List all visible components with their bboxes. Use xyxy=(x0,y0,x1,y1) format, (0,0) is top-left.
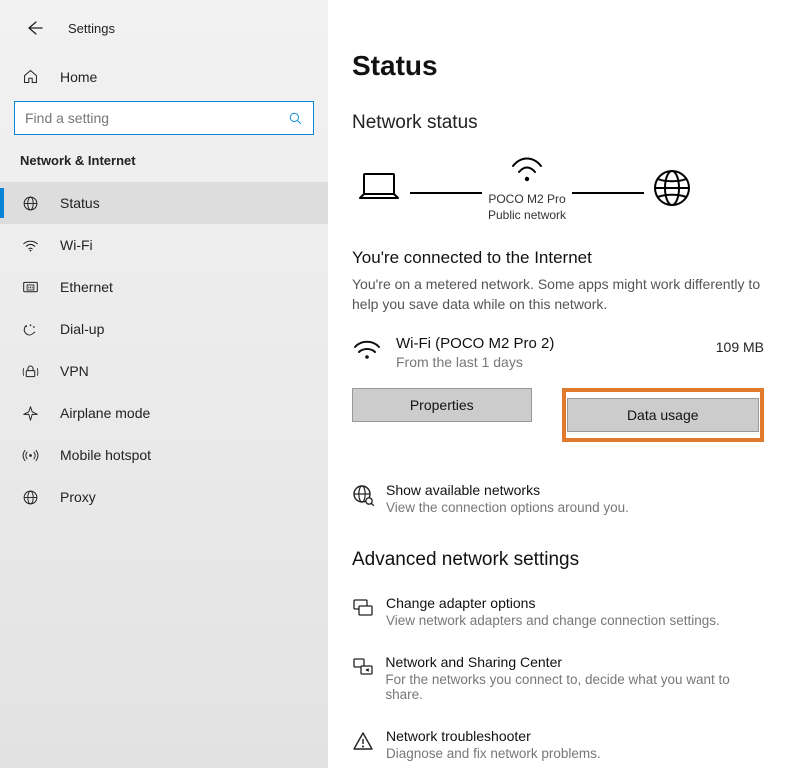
sidebar-item-label: Dial-up xyxy=(60,321,104,337)
adv-item-title: Change adapter options xyxy=(386,595,720,611)
properties-button[interactable]: Properties xyxy=(352,388,532,422)
page-title: Status xyxy=(352,50,764,82)
airplane-icon xyxy=(20,405,40,422)
network-diagram: POCO M2 Pro Public network xyxy=(352,158,764,218)
adv-item-sub: View network adapters and change connect… xyxy=(386,613,720,628)
back-arrow-icon xyxy=(25,19,43,37)
network-status-heading: Network status xyxy=(352,112,764,134)
wifi-signal-icon xyxy=(507,152,547,186)
wifi-connection-sub: From the last 1 days xyxy=(396,354,716,370)
main-content: Status Network status POCO M2 Pro Public… xyxy=(328,0,804,768)
search-icon xyxy=(288,111,303,126)
sidebar-item-airplane[interactable]: Airplane mode xyxy=(0,392,328,434)
change-adapter-options[interactable]: Change adapter options View network adap… xyxy=(352,595,764,628)
diagram-line xyxy=(572,192,644,194)
sidebar-item-label: Airplane mode xyxy=(60,405,150,421)
connected-title: You're connected to the Internet xyxy=(352,248,764,268)
sidebar-item-label: Mobile hotspot xyxy=(60,447,151,463)
adv-item-title: Network troubleshooter xyxy=(386,728,601,744)
sidebar-item-label: Proxy xyxy=(60,489,96,505)
adv-item-sub: For the networks you connect to, decide … xyxy=(385,672,764,702)
connection-row: Wi-Fi (POCO M2 Pro 2) From the last 1 da… xyxy=(352,335,764,370)
sidebar-item-proxy[interactable]: Proxy xyxy=(0,476,328,518)
app-title: Settings xyxy=(68,21,115,36)
wifi-connection-name: Wi-Fi (POCO M2 Pro 2) xyxy=(396,335,716,352)
search-input-container[interactable] xyxy=(14,101,314,135)
available-networks-title: Show available networks xyxy=(386,482,629,498)
sidebar-item-vpn[interactable]: VPN xyxy=(0,350,328,392)
wifi-icon xyxy=(352,337,382,363)
warning-icon xyxy=(352,730,374,752)
data-usage-highlight: Data usage xyxy=(562,388,765,442)
dialup-icon xyxy=(20,321,40,338)
sidebar-item-ethernet[interactable]: Ethernet xyxy=(0,266,328,308)
globe-icon xyxy=(650,166,694,210)
hotspot-icon xyxy=(20,447,40,464)
sharing-icon xyxy=(352,656,374,678)
advanced-settings-heading: Advanced network settings xyxy=(352,549,764,571)
sidebar-item-wifi[interactable]: Wi-Fi xyxy=(0,224,328,266)
sidebar-item-label: Wi-Fi xyxy=(60,237,93,253)
vpn-icon xyxy=(20,363,40,380)
sidebar-item-label: Ethernet xyxy=(60,279,113,295)
sidebar-item-status[interactable]: Status xyxy=(0,182,328,224)
section-title: Network & Internet xyxy=(0,153,328,182)
show-available-networks[interactable]: Show available networks View the connect… xyxy=(352,482,764,515)
adv-item-sub: Diagnose and fix network problems. xyxy=(386,746,601,761)
diagram-line xyxy=(410,192,482,194)
sidebar-nav: Status Wi-Fi Ethernet Dial-up xyxy=(0,182,328,518)
globe-search-icon xyxy=(352,484,374,506)
connected-note: You're on a metered network. Some apps m… xyxy=(352,274,764,315)
network-troubleshooter[interactable]: Network troubleshooter Diagnose and fix … xyxy=(352,728,764,761)
wifi-icon xyxy=(20,237,40,254)
sidebar-item-label: Status xyxy=(60,195,100,211)
search-input[interactable] xyxy=(25,110,288,126)
laptop-icon xyxy=(354,168,404,208)
ethernet-icon xyxy=(20,279,40,296)
diagram-conn-type: Public network xyxy=(488,208,566,224)
sidebar-item-hotspot[interactable]: Mobile hotspot xyxy=(0,434,328,476)
network-sharing-center[interactable]: Network and Sharing Center For the netwo… xyxy=(352,654,764,702)
adv-item-title: Network and Sharing Center xyxy=(385,654,764,670)
status-icon xyxy=(20,195,40,212)
settings-sidebar: Settings Home Network & Internet Status xyxy=(0,0,328,768)
home-label: Home xyxy=(60,69,97,85)
diagram-conn-name: POCO M2 Pro xyxy=(488,192,566,208)
data-usage-button[interactable]: Data usage xyxy=(567,398,759,432)
data-amount: 109 MB xyxy=(716,335,764,355)
sidebar-item-label: VPN xyxy=(60,363,89,379)
home-nav-item[interactable]: Home xyxy=(0,56,328,97)
back-button[interactable] xyxy=(20,14,48,42)
proxy-icon xyxy=(20,489,40,506)
sidebar-item-dialup[interactable]: Dial-up xyxy=(0,308,328,350)
home-icon xyxy=(20,68,40,85)
adapter-icon xyxy=(352,597,374,619)
available-networks-sub: View the connection options around you. xyxy=(386,500,629,515)
